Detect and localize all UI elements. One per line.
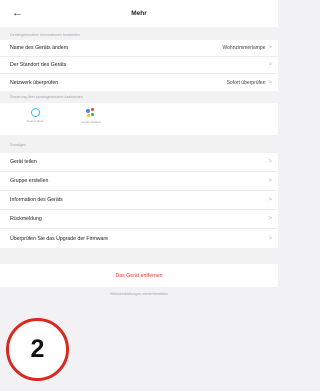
assistant-caption: Google Assistant <box>81 121 101 124</box>
section-label-general: Sonstiges <box>10 143 26 147</box>
row-label: Überprüfen Sie das Upgrade der Firmware <box>10 235 109 242</box>
section-label-device: Gerätegebundene Informationen bearbeiten <box>10 33 80 37</box>
step-number-badge: 2 <box>6 318 69 381</box>
google-assistant-button[interactable]: Google Assistant <box>76 108 106 124</box>
row-label: Rückmeldung <box>10 216 42 222</box>
row-label: Information des Geräts <box>10 197 63 203</box>
factory-reset-link[interactable]: Werkseinstellungen wiederherstellen <box>0 287 278 301</box>
step-number: 2 <box>30 335 45 363</box>
check-now-value: Sofort überprüfen <box>226 79 266 86</box>
rename-device-row[interactable]: Name des Geräts ändern Wohnzimmerlampe > <box>0 40 278 57</box>
alexa-button[interactable]: Amazon Alexa <box>20 108 50 123</box>
row-label: Netzwerk überprüfen <box>10 79 59 86</box>
voice-assistants-panel: Amazon Alexa Google Assistant <box>0 103 278 135</box>
top-bar: ← Mehr <box>0 0 278 27</box>
row-label: Name des Geräts ändern <box>10 45 69 51</box>
chevron-right-icon: > <box>268 216 272 222</box>
chevron-right-icon: > <box>268 197 272 203</box>
row-label: Gruppe erstellen <box>10 178 49 184</box>
check-network-row[interactable]: Netzwerk überprüfen Sofort überprüfen > <box>0 74 278 91</box>
chevron-right-icon: > <box>268 45 272 51</box>
alexa-icon <box>30 108 40 117</box>
back-arrow-icon[interactable]: ← <box>12 6 23 20</box>
feedback-row[interactable]: Rückmeldung > <box>0 210 278 229</box>
row-label: Gerät teilen <box>10 159 37 165</box>
google-assistant-icon <box>86 108 96 118</box>
device-name-value: Wohnzimmerlampe <box>222 45 266 51</box>
device-info-row[interactable]: Information des Geräts > <box>0 191 278 210</box>
firmware-upgrade-row[interactable]: Überprüfen Sie das Upgrade der Firmware … <box>0 229 278 248</box>
chevron-right-icon: > <box>268 178 272 184</box>
chevron-right-icon: > <box>268 79 272 86</box>
general-settings-list: Gerät teilen > Gruppe erstellen > Inform… <box>0 153 278 248</box>
remove-device-panel: Das Gerät entfernen <box>0 264 278 287</box>
chevron-right-icon: > <box>268 159 272 165</box>
remove-device-button[interactable]: Das Gerät entfernen <box>115 273 162 279</box>
create-group-row[interactable]: Gruppe erstellen > <box>0 172 278 191</box>
chevron-right-icon: > <box>268 62 272 68</box>
row-label: Der Standort des Geräts <box>10 62 67 68</box>
assistant-caption: Amazon Alexa <box>26 120 44 123</box>
device-location-row[interactable]: Der Standort des Geräts > <box>0 57 278 74</box>
share-device-row[interactable]: Gerät teilen > <box>0 153 278 172</box>
device-settings-list: Name des Geräts ändern Wohnzimmerlampe >… <box>0 40 278 91</box>
chevron-right-icon: > <box>268 235 272 242</box>
page-title: Mehr <box>131 10 147 17</box>
section-label-assistants: Steuerung über sprachgesteuerte Assisten… <box>10 95 83 99</box>
